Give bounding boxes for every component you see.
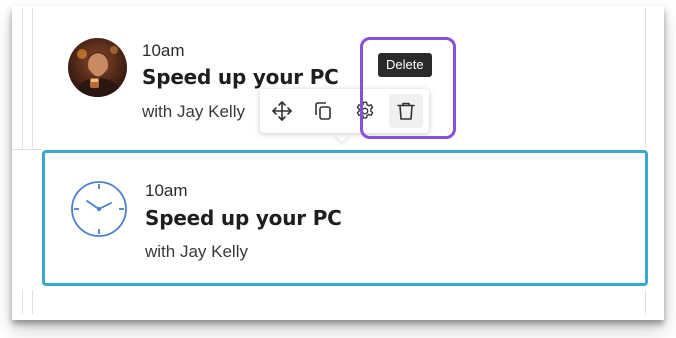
guide-line <box>645 290 646 314</box>
delete-tooltip: Delete <box>378 53 432 77</box>
guide-line <box>22 8 23 148</box>
event-host: with Jay Kelly <box>142 102 245 121</box>
stage: 10am Speed up your PC with Jay Kelly 10a… <box>0 0 676 338</box>
guide-line <box>22 290 23 314</box>
move-button[interactable] <box>265 94 299 128</box>
guide-line <box>32 8 33 148</box>
event-time: 10am <box>142 41 185 60</box>
delete-button[interactable] <box>389 94 423 128</box>
guide-line <box>32 290 33 314</box>
clock-icon <box>69 179 129 239</box>
trash-icon <box>397 102 415 120</box>
gear-icon <box>356 101 374 119</box>
event-host: with Jay Kelly <box>145 242 248 261</box>
settings-button[interactable] <box>348 94 382 128</box>
item-toolbar <box>260 89 429 133</box>
event-time: 10am <box>145 181 188 200</box>
event-title: Speed up your PC <box>142 65 339 89</box>
avatar-photo <box>68 38 127 97</box>
event-item-selected[interactable]: 10am Speed up your PC with Jay Kelly <box>42 150 648 286</box>
move-arrows-icon <box>272 101 292 121</box>
avatar <box>68 38 127 97</box>
event-title: Speed up your PC <box>145 206 342 230</box>
copy-icon <box>315 102 331 120</box>
duplicate-button[interactable] <box>306 94 340 128</box>
guide-line <box>12 149 42 150</box>
